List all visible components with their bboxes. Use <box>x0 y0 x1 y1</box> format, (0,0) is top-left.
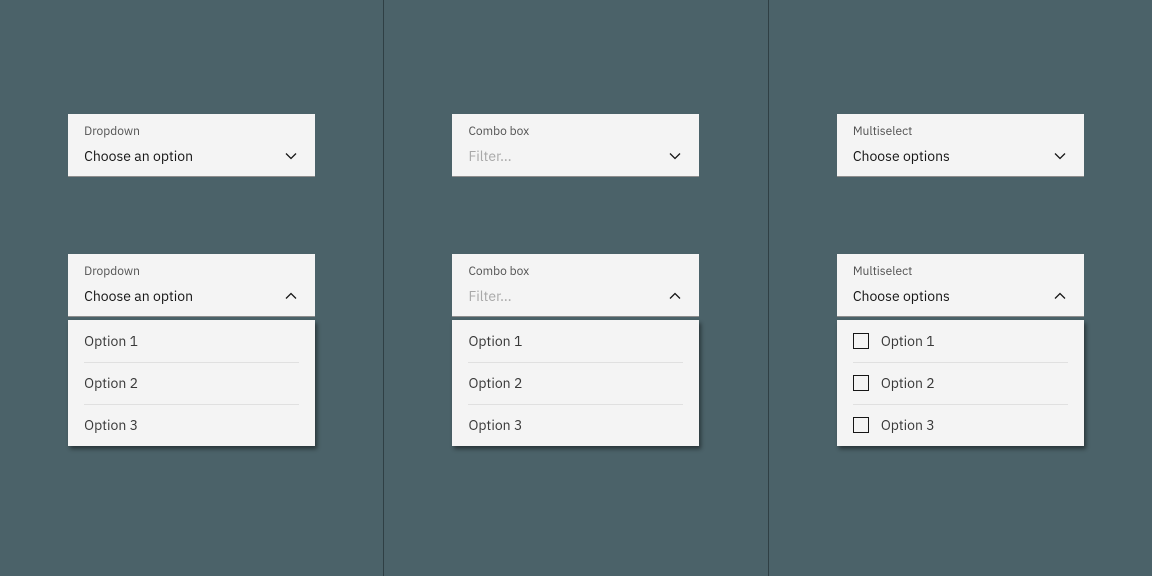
dropdown-open[interactable]: Dropdown Choose an option <box>68 254 315 317</box>
dropdown-menu: Option 1 Option 2 Option 3 <box>68 320 315 446</box>
dropdown-option[interactable]: Option 1 <box>68 320 315 362</box>
chevron-up-icon <box>667 288 683 304</box>
multiselect-option[interactable]: Option 3 <box>837 404 1084 446</box>
dropdown-option[interactable]: Option 3 <box>68 404 315 446</box>
dropdown-value: Choose an option <box>84 146 193 166</box>
option-label: Option 3 <box>468 416 522 434</box>
chevron-down-icon <box>667 148 683 164</box>
column-combobox: Combo box Filter... Combo box Filter... … <box>384 0 768 576</box>
dropdown-value: Choose an option <box>84 286 193 306</box>
multiselect-menu: Option 1 Option 2 Option 3 <box>837 320 1084 446</box>
option-label: Option 2 <box>468 374 522 392</box>
multiselect-value: Choose options <box>853 286 950 306</box>
multiselect-label: Multiselect <box>853 264 1068 280</box>
chevron-up-icon <box>283 288 299 304</box>
combobox-label: Combo box <box>468 264 683 280</box>
multiselect-closed[interactable]: Multiselect Choose options <box>837 114 1084 177</box>
multiselect-value: Choose options <box>853 146 950 166</box>
checkbox-unchecked-icon[interactable] <box>853 375 869 391</box>
option-label: Option 3 <box>84 416 138 434</box>
chevron-up-icon <box>1052 288 1068 304</box>
multiselect-open[interactable]: Multiselect Choose options <box>837 254 1084 317</box>
dropdown-label: Dropdown <box>84 264 299 280</box>
checkbox-unchecked-icon[interactable] <box>853 417 869 433</box>
combobox-option[interactable]: Option 1 <box>452 320 699 362</box>
chevron-down-icon <box>283 148 299 164</box>
multiselect-option[interactable]: Option 1 <box>837 320 1084 362</box>
option-label: Option 1 <box>468 332 522 350</box>
column-dropdown: Dropdown Choose an option Dropdown Choos… <box>0 0 384 576</box>
option-label: Option 2 <box>881 374 935 392</box>
checkbox-unchecked-icon[interactable] <box>853 333 869 349</box>
combobox-menu: Option 1 Option 2 Option 3 <box>452 320 699 446</box>
multiselect-option[interactable]: Option 2 <box>837 362 1084 404</box>
dropdown-label: Dropdown <box>84 124 299 140</box>
option-label: Option 1 <box>881 332 935 350</box>
dropdown-option[interactable]: Option 2 <box>68 362 315 404</box>
combobox-open[interactable]: Combo box Filter... <box>452 254 699 317</box>
dropdown-closed[interactable]: Dropdown Choose an option <box>68 114 315 177</box>
chevron-down-icon <box>1052 148 1068 164</box>
column-multiselect: Multiselect Choose options Multiselect C… <box>769 0 1152 576</box>
combobox-option[interactable]: Option 3 <box>452 404 699 446</box>
option-label: Option 3 <box>881 416 935 434</box>
combobox-closed[interactable]: Combo box Filter... <box>452 114 699 177</box>
combobox-placeholder: Filter... <box>468 146 511 166</box>
option-label: Option 1 <box>84 332 138 350</box>
combobox-label: Combo box <box>468 124 683 140</box>
option-label: Option 2 <box>84 374 138 392</box>
multiselect-label: Multiselect <box>853 124 1068 140</box>
combobox-placeholder: Filter... <box>468 286 511 306</box>
combobox-option[interactable]: Option 2 <box>452 362 699 404</box>
